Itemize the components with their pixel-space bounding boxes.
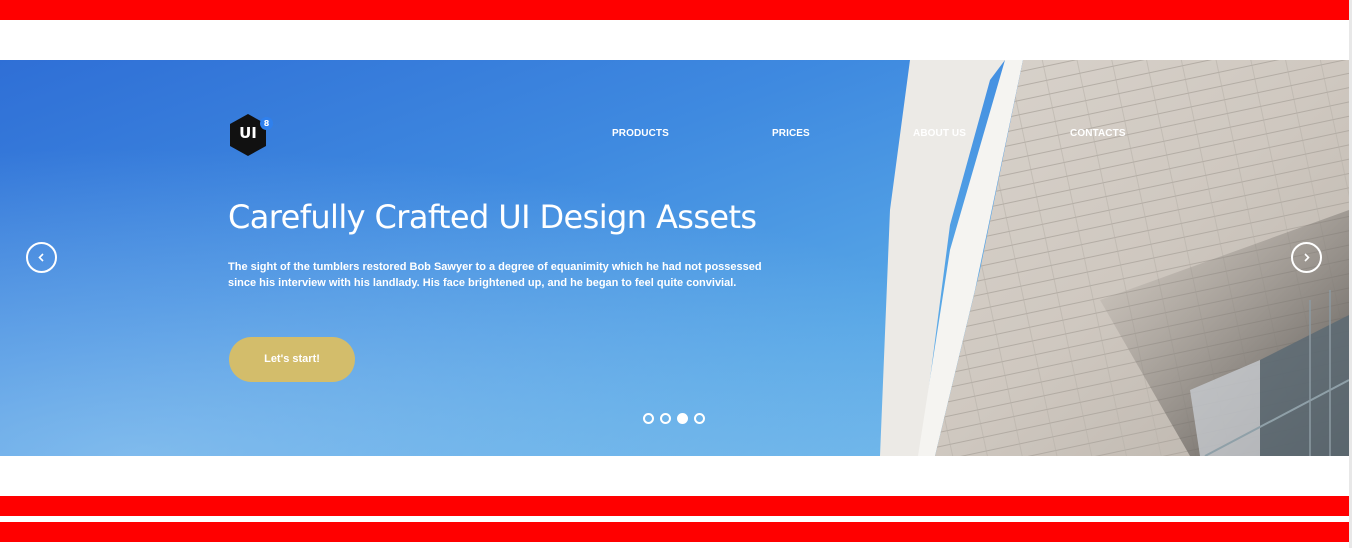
hero-text: The sight of the tumblers restored Bob S… [228,261,762,289]
middle-red-bar [0,496,1349,516]
top-red-bar [0,0,1349,20]
bottom-red-bar [0,522,1349,542]
previous-slide-button[interactable] [26,242,57,273]
slide-dot-2[interactable] [660,413,671,424]
nav-about-us[interactable]: ABOUT US [913,128,966,139]
chevron-left-icon [38,253,44,262]
slide-dot-3[interactable] [677,413,688,424]
brand-logo[interactable]: UI 8 [228,112,273,158]
logo-badge: 8 [260,117,273,130]
nav-products[interactable]: PRODUCTS [612,128,669,139]
nav-prices[interactable]: PRICES [772,128,810,139]
slide-dot-4[interactable] [694,413,705,424]
nav-contacts[interactable]: CONTACTS [1070,128,1126,139]
chevron-right-icon [1304,253,1310,262]
hero-title: Carefully Crafted UI Design Assets [228,198,757,236]
slide-dot-1[interactable] [643,413,654,424]
building-image [880,60,1349,456]
hero-slider: UI 8 PRODUCTS PRICES ABOUT US CONTACTS C… [0,60,1349,456]
next-slide-button[interactable] [1291,242,1322,273]
lets-start-button[interactable]: Let's start! [229,337,355,382]
